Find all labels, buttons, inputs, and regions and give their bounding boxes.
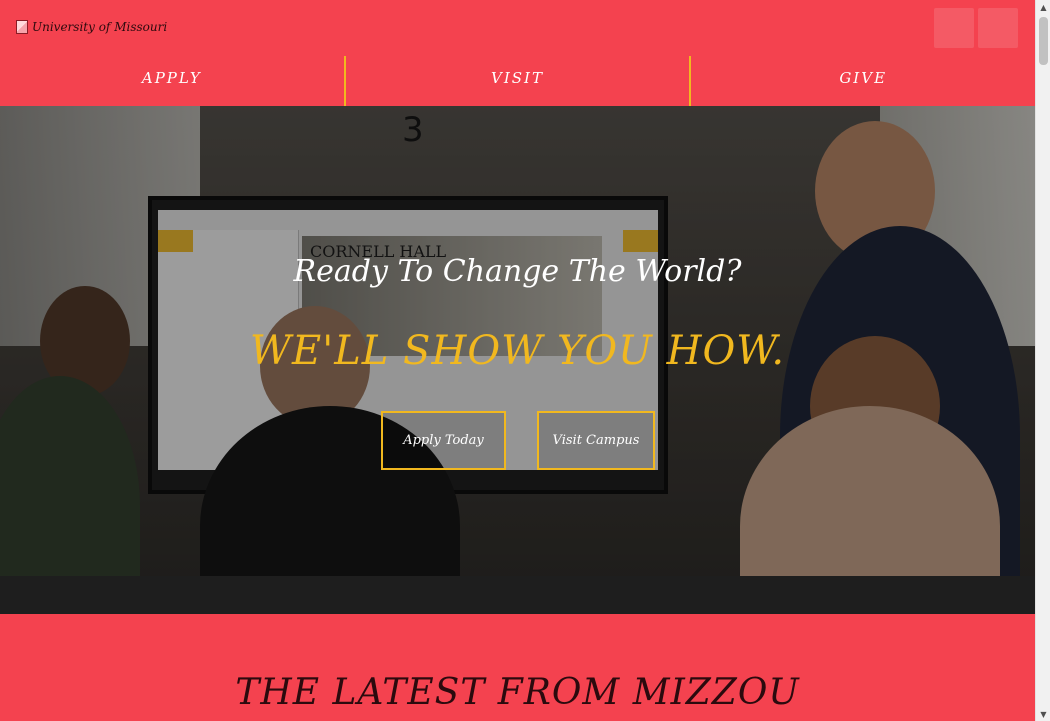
scroll-up-arrow-icon[interactable]: ▲ (1036, 0, 1050, 14)
apply-today-button[interactable]: Apply Today (381, 411, 506, 470)
scrollbar-thumb[interactable] (1039, 17, 1048, 65)
university-logo[interactable]: University of Missouri (16, 16, 167, 38)
page-scrollbar[interactable]: ▲ ▼ (1035, 0, 1050, 721)
visit-campus-button[interactable]: Visit Campus (537, 411, 655, 470)
nav-item-apply[interactable]: APPLY (0, 56, 344, 106)
menu-button[interactable] (978, 8, 1018, 48)
scroll-down-arrow-icon[interactable]: ▼ (1036, 707, 1050, 721)
hero-banner: 3 CORNELL HALL Ready To Change The World… (0, 106, 1035, 614)
hero-title: Ready To Change The World? (293, 254, 742, 289)
search-button[interactable] (934, 8, 974, 48)
broken-image-icon (16, 20, 28, 34)
hero-subtitle: WE'LL SHOW YOU HOW. (249, 328, 786, 374)
nav-item-give[interactable]: GIVE (689, 56, 1035, 106)
nav-item-visit[interactable]: VISIT (343, 56, 690, 106)
site-header: University of Missouri (0, 0, 1035, 56)
main-nav: APPLY VISIT GIVE (0, 56, 1035, 106)
logo-alt-text: University of Missouri (32, 20, 168, 34)
latest-section-title: THE LATEST FROM MIZZOU (235, 672, 800, 713)
